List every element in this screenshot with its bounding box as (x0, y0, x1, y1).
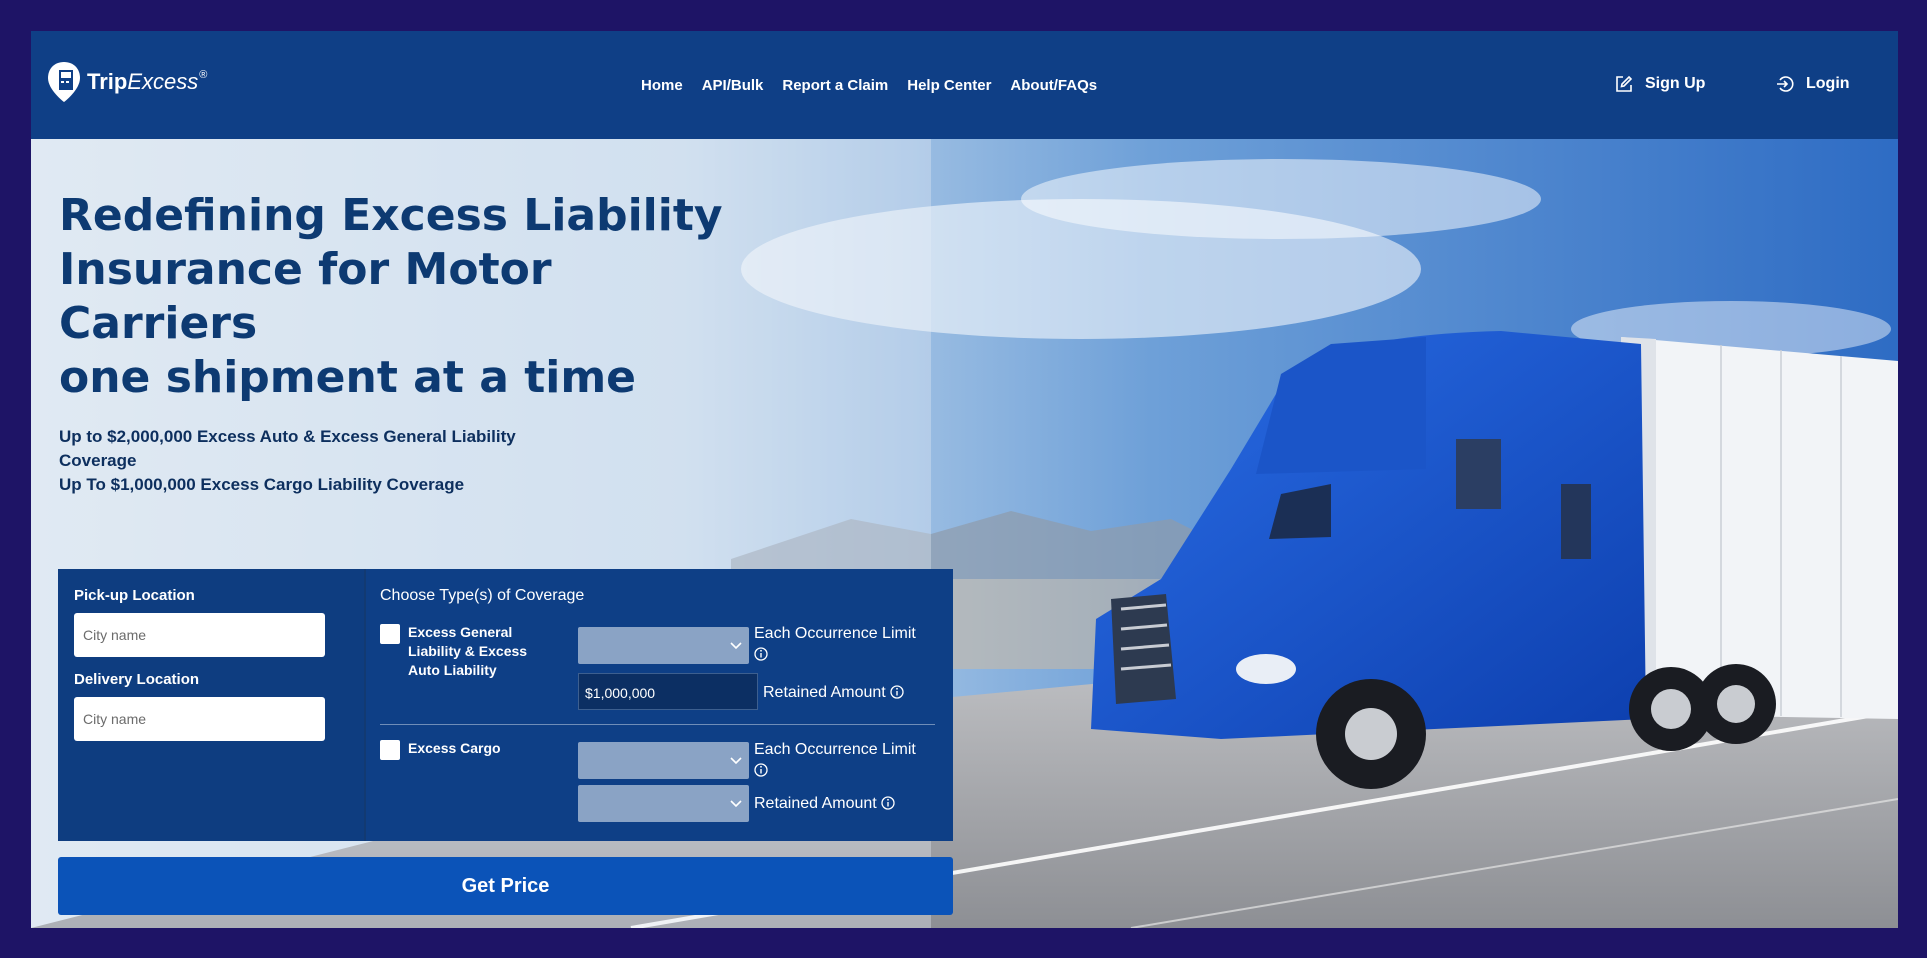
location-section: Pick-up Location Delivery Location (58, 569, 364, 841)
nav-about-faqs[interactable]: About/FAQs (1010, 77, 1097, 94)
hero-subheadline: Up to $2,000,000 Excess Auto & Excess Ge… (59, 425, 579, 497)
nav-home[interactable]: Home (641, 77, 683, 94)
coverage-title: Choose Type(s) of Coverage (380, 587, 585, 604)
general-liability-checkbox[interactable] (380, 624, 400, 644)
general-occurrence-label: Each Occurrence Limit (754, 623, 916, 665)
edit-icon (1616, 75, 1633, 92)
info-icon[interactable] (754, 763, 768, 777)
coverage-section: Choose Type(s) of Coverage Excess Genera… (364, 569, 953, 841)
cargo-retained-label: Retained Amount (754, 793, 895, 814)
headline-line-4: one shipment at a time (59, 352, 637, 403)
cargo-occurrence-text: Each Occurrence Limit (754, 741, 916, 758)
headline-line-3: Carriers (59, 298, 258, 349)
nav-help-center[interactable]: Help Center (907, 77, 991, 94)
cargo-checkbox[interactable] (380, 740, 400, 760)
headline-line-2: Insurance for Motor (59, 244, 552, 295)
coverage-divider (380, 724, 935, 725)
delivery-city-input[interactable] (74, 697, 325, 741)
get-price-button[interactable]: Get Price (58, 857, 953, 915)
delivery-label: Delivery Location (74, 671, 200, 688)
nav-report-claim[interactable]: Report a Claim (782, 77, 888, 94)
cargo-occurrence-label: Each Occurrence Limit (754, 739, 916, 781)
info-icon[interactable] (890, 685, 904, 699)
info-icon[interactable] (754, 647, 768, 661)
sign-up-button[interactable]: Sign Up (1615, 75, 1705, 93)
login-button[interactable]: Login (1776, 75, 1850, 93)
cargo-label: Excess Cargo (408, 740, 501, 756)
brand-name: Trip Excess ® (87, 69, 207, 95)
chevron-down-icon (730, 800, 742, 808)
general-occurrence-select[interactable] (578, 627, 749, 664)
top-navbar: Trip Excess ® Home API/Bulk Report a Claim… (31, 31, 1898, 139)
sign-up-label: Sign Up (1645, 75, 1706, 92)
brand-registered: ® (199, 69, 208, 81)
info-icon[interactable] (881, 796, 895, 810)
pickup-label: Pick-up Location (74, 587, 195, 604)
cargo-retained-select[interactable] (578, 785, 749, 822)
general-occurrence-text: Each Occurrence Limit (754, 625, 916, 642)
page-frame: Trip Excess ® Home API/Bulk Report a Claim… (31, 31, 1898, 928)
cargo-occurrence-select[interactable] (578, 742, 749, 779)
general-liability-label: Excess General Liability & Excess Auto L… (408, 624, 528, 678)
chevron-down-icon (730, 757, 742, 765)
hero-headline: Redefining Excess Liability Insurance fo… (59, 189, 759, 405)
general-retained-text: Retained Amount (763, 684, 886, 701)
chevron-down-icon (730, 642, 742, 650)
main-nav: Home API/Bulk Report a Claim Help Center… (641, 77, 1097, 94)
login-icon (1777, 76, 1794, 92)
hero-section: Redefining Excess Liability Insurance fo… (31, 139, 1898, 928)
cargo-retained-text: Retained Amount (754, 795, 877, 812)
subline-1: Up to $2,000,000 Excess Auto & Excess Ge… (59, 427, 516, 470)
brand-logo[interactable]: Trip Excess ® (46, 59, 207, 105)
nav-api-bulk[interactable]: API/Bulk (702, 77, 764, 94)
brand-excess: Excess (127, 69, 199, 94)
pickup-city-input[interactable] (74, 613, 325, 657)
login-label: Login (1806, 75, 1850, 92)
logo-icon (48, 62, 80, 102)
general-retained-label: Retained Amount (763, 682, 904, 703)
general-retained-amount-field[interactable]: $1,000,000 (578, 673, 758, 710)
brand-trip: Trip (87, 69, 128, 94)
subline-2: Up To $1,000,000 Excess Cargo Liability … (59, 475, 465, 494)
headline-line-1: Redefining Excess Liability (59, 190, 723, 241)
quote-form: Pick-up Location Delivery Location Choos… (58, 569, 953, 841)
